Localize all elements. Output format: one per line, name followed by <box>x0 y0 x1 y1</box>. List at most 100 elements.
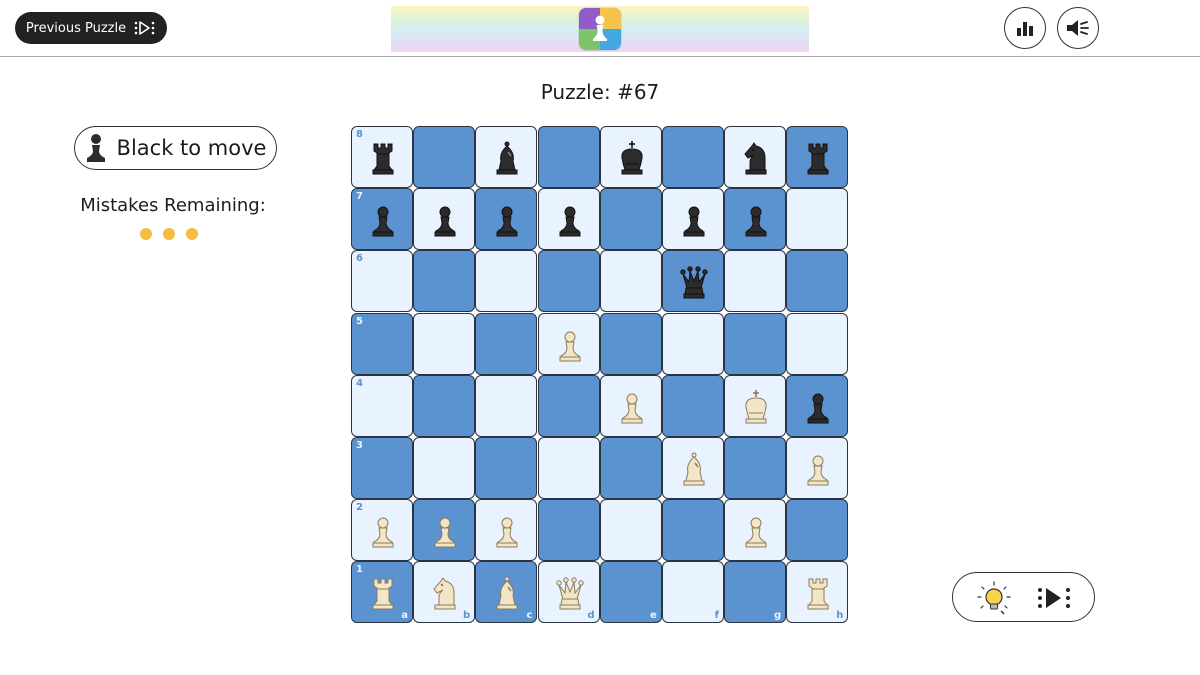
square-b4[interactable] <box>413 374 476 437</box>
square-h2[interactable] <box>786 499 849 562</box>
square-d4[interactable] <box>537 374 600 437</box>
square-h7[interactable] <box>786 188 849 251</box>
square-a5[interactable]: 5 <box>351 312 413 375</box>
previous-puzzle-button[interactable]: Previous Puzzle <box>15 12 167 44</box>
black-pawn-icon[interactable] <box>491 202 523 238</box>
white-queen-icon[interactable] <box>554 575 586 611</box>
square-e5[interactable] <box>599 312 662 375</box>
square-c5[interactable] <box>475 312 538 375</box>
rank-label: 1 <box>356 564 363 576</box>
skip-button[interactable] <box>1037 585 1073 611</box>
square-a7[interactable]: 7 <box>351 188 413 251</box>
black-pawn-icon[interactable] <box>429 202 461 238</box>
white-pawn-icon[interactable] <box>554 327 586 363</box>
white-pawn-icon[interactable] <box>491 513 523 549</box>
stats-button[interactable] <box>1004 7 1046 49</box>
square-e7[interactable] <box>599 188 662 251</box>
square-e4[interactable] <box>599 374 662 437</box>
white-rook-icon[interactable] <box>802 575 834 611</box>
hint-button[interactable] <box>977 581 1011 615</box>
white-bishop-icon[interactable] <box>491 575 523 611</box>
white-pawn-icon[interactable] <box>616 389 648 425</box>
square-e3[interactable] <box>599 437 662 499</box>
white-knight-icon[interactable] <box>429 575 461 611</box>
square-b2[interactable] <box>413 499 476 562</box>
square-c4[interactable] <box>475 374 538 437</box>
square-e2[interactable] <box>599 499 662 562</box>
square-a3[interactable]: 3 <box>351 437 413 499</box>
square-b6[interactable] <box>413 250 476 313</box>
square-h5[interactable] <box>786 312 849 375</box>
black-pawn-icon[interactable] <box>678 202 710 238</box>
square-d1[interactable]: d <box>537 561 600 624</box>
square-f5[interactable] <box>662 312 724 375</box>
square-c1[interactable]: c <box>475 561 538 624</box>
square-c2[interactable] <box>475 499 538 562</box>
square-g5[interactable] <box>724 312 787 375</box>
sound-button[interactable] <box>1057 7 1099 49</box>
square-b1[interactable]: b <box>413 561 476 624</box>
square-h6[interactable] <box>786 250 849 313</box>
square-c7[interactable] <box>475 188 538 251</box>
square-a2[interactable]: 2 <box>351 499 413 562</box>
square-f1[interactable]: f <box>662 561 724 624</box>
square-g6[interactable] <box>724 250 787 313</box>
square-c8[interactable] <box>475 126 538 188</box>
square-c3[interactable] <box>475 437 538 499</box>
square-b3[interactable] <box>413 437 476 499</box>
square-f8[interactable] <box>662 126 724 188</box>
white-king-icon[interactable] <box>740 389 772 425</box>
black-knight-icon[interactable] <box>740 140 772 176</box>
square-f3[interactable] <box>662 437 724 499</box>
square-g7[interactable] <box>724 188 787 251</box>
black-rook-icon[interactable] <box>802 140 834 176</box>
black-pawn-icon[interactable] <box>554 202 586 238</box>
square-d5[interactable] <box>537 312 600 375</box>
square-f4[interactable] <box>662 374 724 437</box>
logo-banner <box>391 6 809 52</box>
white-pawn-icon[interactable] <box>740 513 772 549</box>
white-pawn-icon[interactable] <box>429 513 461 549</box>
square-b8[interactable] <box>413 126 476 188</box>
square-h1[interactable]: h <box>786 561 849 624</box>
square-d8[interactable] <box>537 126 600 188</box>
black-pawn-icon[interactable] <box>367 202 399 238</box>
square-d6[interactable] <box>537 250 600 313</box>
square-h8[interactable] <box>786 126 849 188</box>
black-king-icon[interactable] <box>616 140 648 176</box>
square-g2[interactable] <box>724 499 787 562</box>
black-pawn-icon[interactable] <box>802 389 834 425</box>
square-d3[interactable] <box>537 437 600 499</box>
square-f2[interactable] <box>662 499 724 562</box>
square-c6[interactable] <box>475 250 538 313</box>
black-bishop-icon[interactable] <box>491 140 523 176</box>
square-a6[interactable]: 6 <box>351 250 413 313</box>
square-f6[interactable] <box>662 250 724 313</box>
square-e1[interactable]: e <box>599 561 662 624</box>
square-a4[interactable]: 4 <box>351 374 413 437</box>
square-e6[interactable] <box>599 250 662 313</box>
white-rook-icon[interactable] <box>367 575 399 611</box>
mistakes-dots <box>140 228 198 240</box>
square-e8[interactable] <box>599 126 662 188</box>
white-pawn-icon[interactable] <box>802 451 834 487</box>
square-b7[interactable] <box>413 188 476 251</box>
white-bishop-icon[interactable] <box>678 451 710 487</box>
square-g3[interactable] <box>724 437 787 499</box>
white-pawn-icon[interactable] <box>367 513 399 549</box>
square-g8[interactable] <box>724 126 787 188</box>
square-b5[interactable] <box>413 312 476 375</box>
square-f7[interactable] <box>662 188 724 251</box>
black-rook-icon[interactable] <box>367 140 399 176</box>
square-d2[interactable] <box>537 499 600 562</box>
square-g4[interactable] <box>724 374 787 437</box>
square-g1[interactable]: g <box>724 561 787 624</box>
black-pawn-icon[interactable] <box>740 202 772 238</box>
square-a1[interactable]: 1a <box>351 561 413 624</box>
square-a8[interactable]: 8 <box>351 126 413 188</box>
square-d7[interactable] <box>537 188 600 251</box>
square-h3[interactable] <box>786 437 849 499</box>
square-h4[interactable] <box>786 374 849 437</box>
black-queen-icon[interactable] <box>678 264 710 300</box>
mistakes-label: Mistakes Remaining: <box>80 195 266 216</box>
